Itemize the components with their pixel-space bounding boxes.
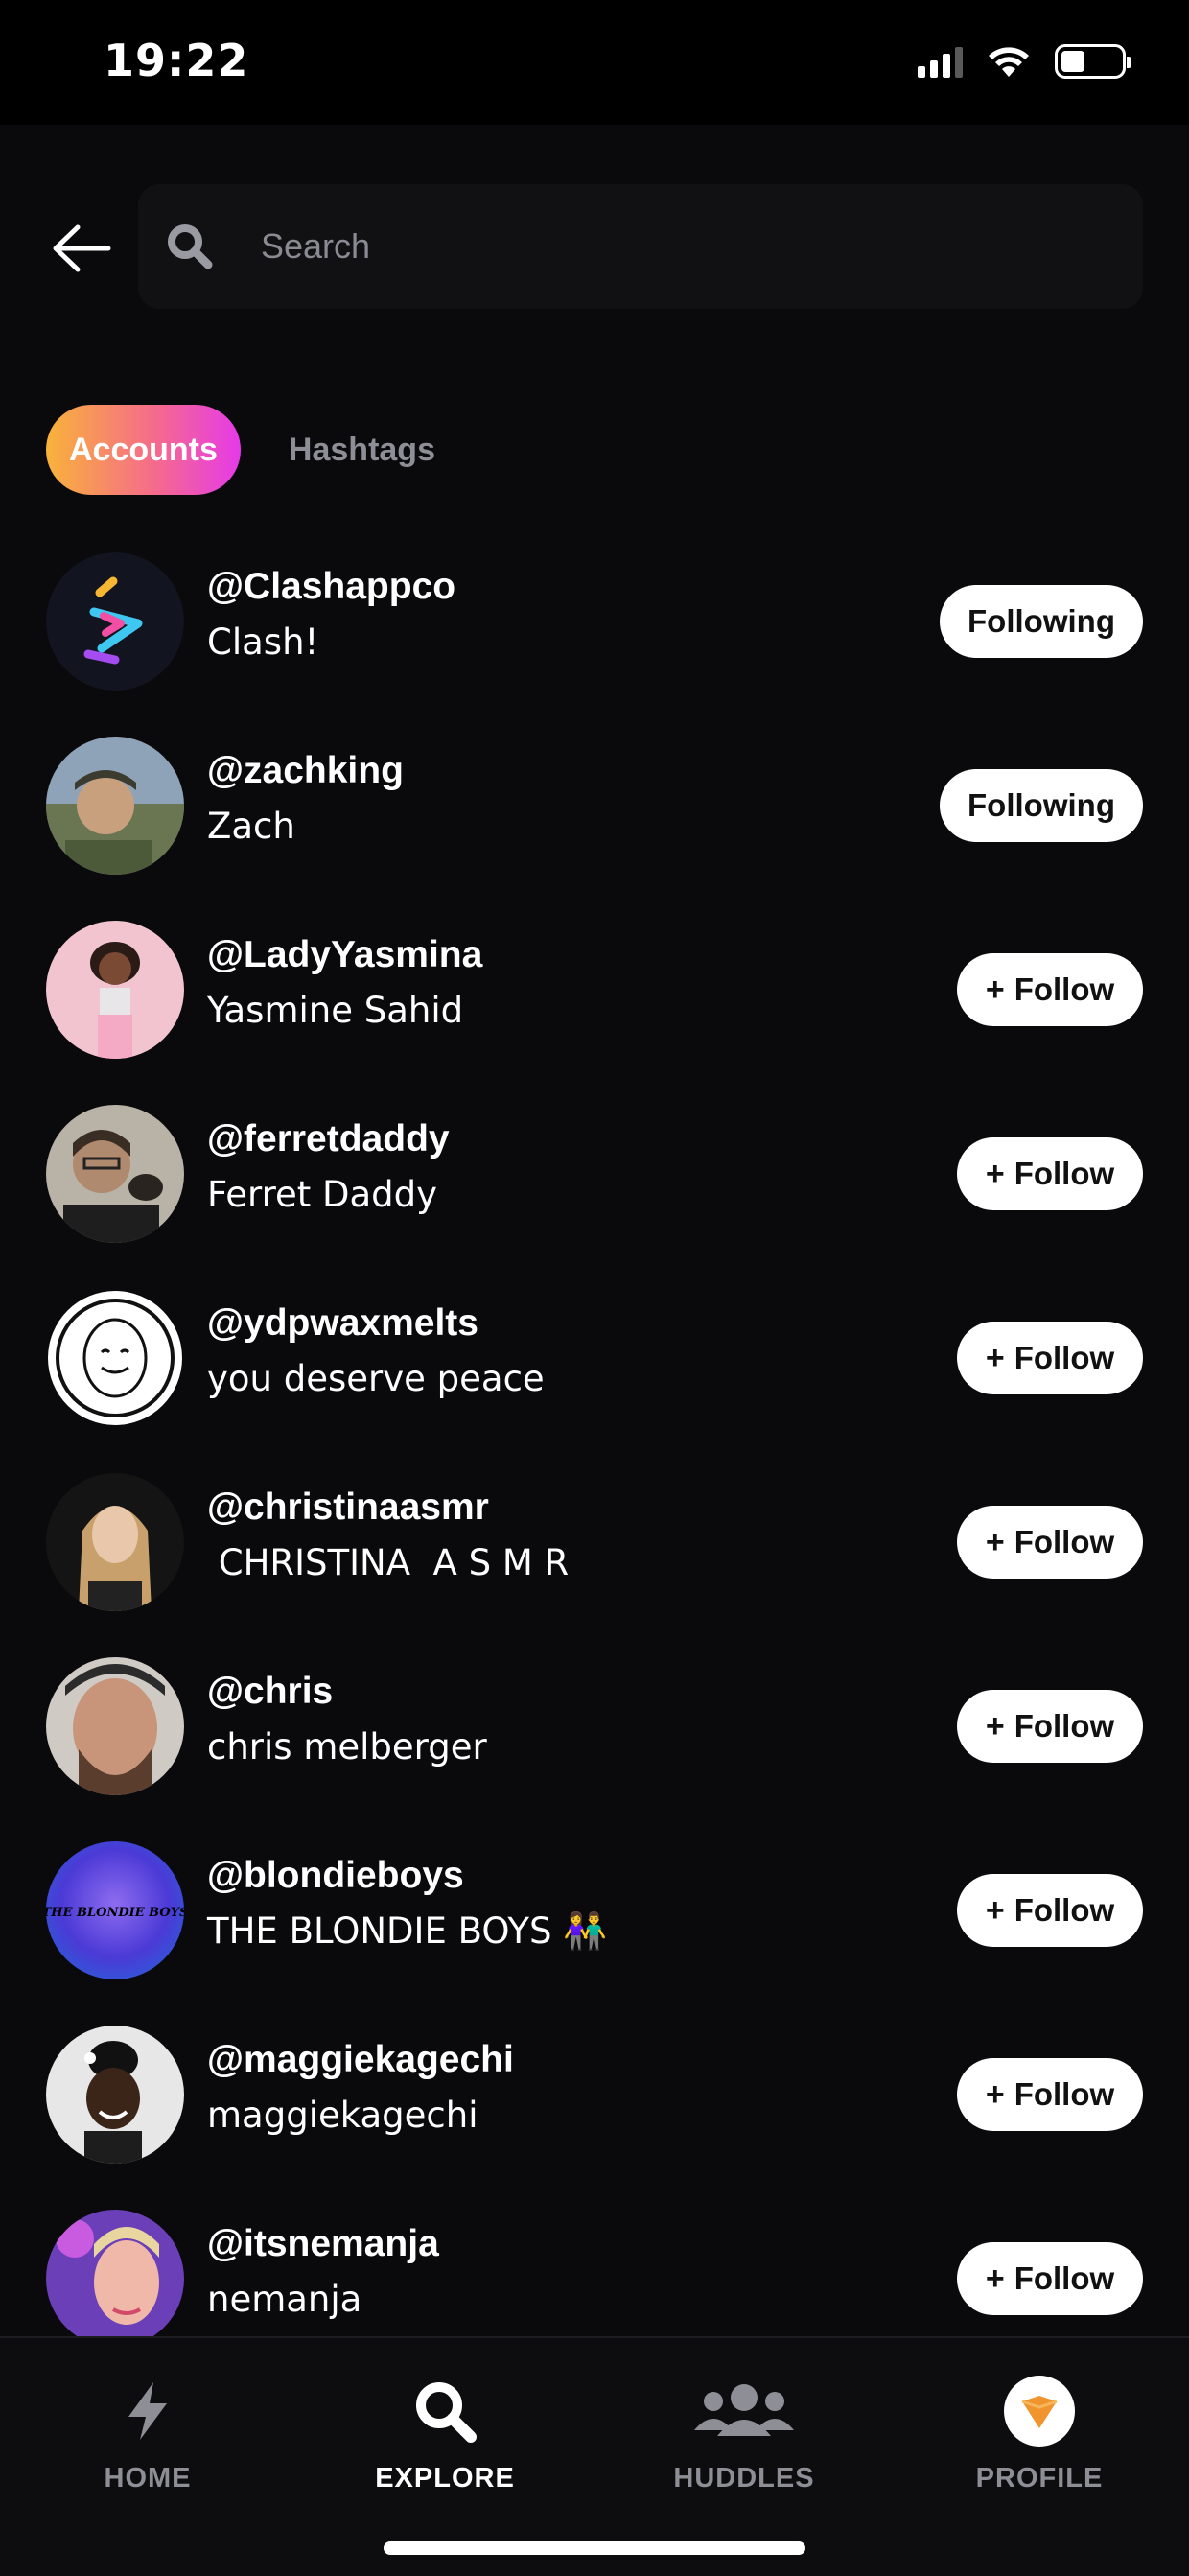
- account-row[interactable]: @maggiekagechi maggiekagechi + Follow: [0, 2010, 1189, 2194]
- follow-button[interactable]: + Follow: [957, 1874, 1143, 1947]
- account-display-name: Clash!: [207, 621, 319, 663]
- tab-accounts[interactable]: Accounts: [46, 405, 241, 495]
- account-row[interactable]: @zachking Zach Following: [0, 721, 1189, 905]
- nav-explore[interactable]: EXPLORE: [330, 2373, 560, 2494]
- account-display-name: Yasmine Sahid: [207, 990, 464, 1031]
- account-display-name: Zach: [207, 806, 295, 847]
- follow-label: Follow: [1014, 1156, 1115, 1191]
- avatar[interactable]: [46, 552, 184, 691]
- battery-icon: [1055, 44, 1131, 79]
- nav-profile[interactable]: PROFILE: [924, 2373, 1154, 2494]
- follow-label: Follow: [1014, 1892, 1115, 1928]
- nav-huddles-label: HUDDLES: [673, 2463, 815, 2494]
- cellular-signal-icon: [918, 45, 963, 78]
- plus-icon: +: [985, 1340, 1005, 1376]
- account-row[interactable]: @Clashappco Clash! Following: [0, 537, 1189, 721]
- account-display-name: CHRISTINA A S M R: [207, 1542, 570, 1583]
- follow-button[interactable]: + Follow: [957, 1690, 1143, 1763]
- follow-label: Follow: [1014, 972, 1115, 1007]
- search-icon: [411, 2373, 478, 2449]
- avatar[interactable]: [46, 1473, 184, 1611]
- account-row[interactable]: @itsnemanja nemanja + Follow: [0, 2194, 1189, 2336]
- bottom-nav: HOME EXPLORE HUDDLES PROFILE: [0, 2336, 1189, 2576]
- avatar[interactable]: [46, 2210, 184, 2336]
- avatar[interactable]: [46, 1289, 184, 1427]
- follow-button[interactable]: + Follow: [957, 953, 1143, 1026]
- account-username[interactable]: @ydpwaxmelts: [207, 1302, 478, 1345]
- account-list[interactable]: @Clashappco Clash! Following @zachking Z…: [0, 537, 1189, 2336]
- avatar[interactable]: [46, 737, 184, 875]
- account-username[interactable]: @LadyYasmina: [207, 934, 482, 976]
- group-icon: [692, 2373, 796, 2449]
- account-row[interactable]: @ydpwaxmelts you deserve peace + Follow: [0, 1274, 1189, 1458]
- account-row[interactable]: @chris chris melberger + Follow: [0, 1642, 1189, 1826]
- plus-icon: +: [985, 1524, 1005, 1560]
- follow-button[interactable]: + Follow: [957, 2058, 1143, 2131]
- lightning-icon: [123, 2373, 173, 2449]
- plus-icon: +: [985, 1892, 1005, 1929]
- search-icon: [163, 220, 217, 273]
- plus-icon: +: [985, 972, 1005, 1008]
- account-display-name: Ferret Daddy: [207, 1174, 438, 1215]
- profile-avatar-icon: [1003, 2373, 1076, 2449]
- status-time: 19:22: [104, 35, 249, 86]
- account-username[interactable]: @maggiekagechi: [207, 2039, 514, 2081]
- plus-icon: +: [985, 2260, 1005, 2297]
- avatar[interactable]: [46, 1105, 184, 1243]
- follow-button[interactable]: + Follow: [957, 1506, 1143, 1579]
- nav-home[interactable]: HOME: [33, 2373, 263, 2494]
- avatar[interactable]: [46, 1657, 184, 1795]
- account-username[interactable]: @christinaasmr: [207, 1487, 489, 1529]
- account-display-name: THE BLONDIE BOYS 👫: [207, 1910, 608, 1952]
- account-username[interactable]: @blondieboys: [207, 1855, 464, 1897]
- follow-button[interactable]: + Follow: [957, 2242, 1143, 2315]
- account-row[interactable]: @christinaasmr CHRISTINA A S M R + Follow: [0, 1458, 1189, 1642]
- account-row[interactable]: @LadyYasmina Yasmine Sahid + Follow: [0, 905, 1189, 1089]
- account-display-name: nemanja: [207, 2279, 362, 2320]
- follow-button[interactable]: + Follow: [957, 1322, 1143, 1394]
- nav-profile-label: PROFILE: [975, 2463, 1104, 2494]
- account-row[interactable]: THE BLONDIE BOYS @blondieboys THE BLONDI…: [0, 1826, 1189, 2010]
- nav-huddles[interactable]: HUDDLES: [629, 2373, 859, 2494]
- avatar[interactable]: [46, 921, 184, 1059]
- account-username[interactable]: @ferretdaddy: [207, 1118, 450, 1160]
- wifi-icon: [989, 47, 1029, 77]
- account-display-name: chris melberger: [207, 1726, 487, 1768]
- follow-label: Follow: [1014, 2076, 1115, 2112]
- search-bar[interactable]: [138, 184, 1143, 309]
- status-icons: [918, 44, 1131, 79]
- nav-explore-label: EXPLORE: [375, 2463, 515, 2494]
- home-indicator[interactable]: [384, 2541, 805, 2555]
- account-username[interactable]: @itsnemanja: [207, 2223, 439, 2265]
- status-bar: 19:22: [0, 0, 1189, 125]
- plus-icon: +: [985, 1708, 1005, 1745]
- account-username[interactable]: @zachking: [207, 750, 404, 792]
- follow-button[interactable]: + Follow: [957, 1137, 1143, 1210]
- avatar-logo-text: THE BLONDIE BOYS: [46, 1906, 184, 1920]
- following-button[interactable]: Following: [940, 585, 1143, 658]
- nav-home-label: HOME: [104, 2463, 192, 2494]
- follow-label: Follow: [1014, 2260, 1115, 2296]
- account-display-name: you deserve peace: [207, 1358, 545, 1399]
- plus-icon: +: [985, 2076, 1005, 2113]
- account-username[interactable]: @Clashappco: [207, 566, 455, 608]
- back-button[interactable]: [44, 215, 119, 282]
- tab-bar: Accounts Hashtags: [46, 405, 435, 495]
- avatar[interactable]: [46, 2026, 184, 2164]
- account-display-name: maggiekagechi: [207, 2095, 478, 2136]
- search-input[interactable]: [259, 225, 1030, 268]
- avatar[interactable]: THE BLONDIE BOYS: [46, 1841, 184, 1979]
- follow-label: Follow: [1014, 1524, 1115, 1559]
- plus-icon: +: [985, 1156, 1005, 1192]
- account-username[interactable]: @chris: [207, 1671, 333, 1713]
- follow-label: Follow: [1014, 1708, 1115, 1744]
- following-button[interactable]: Following: [940, 769, 1143, 842]
- arrow-left-icon: [53, 224, 111, 272]
- follow-label: Follow: [1014, 1340, 1115, 1375]
- tab-hashtags[interactable]: Hashtags: [289, 432, 435, 469]
- account-row[interactable]: @ferretdaddy Ferret Daddy + Follow: [0, 1089, 1189, 1274]
